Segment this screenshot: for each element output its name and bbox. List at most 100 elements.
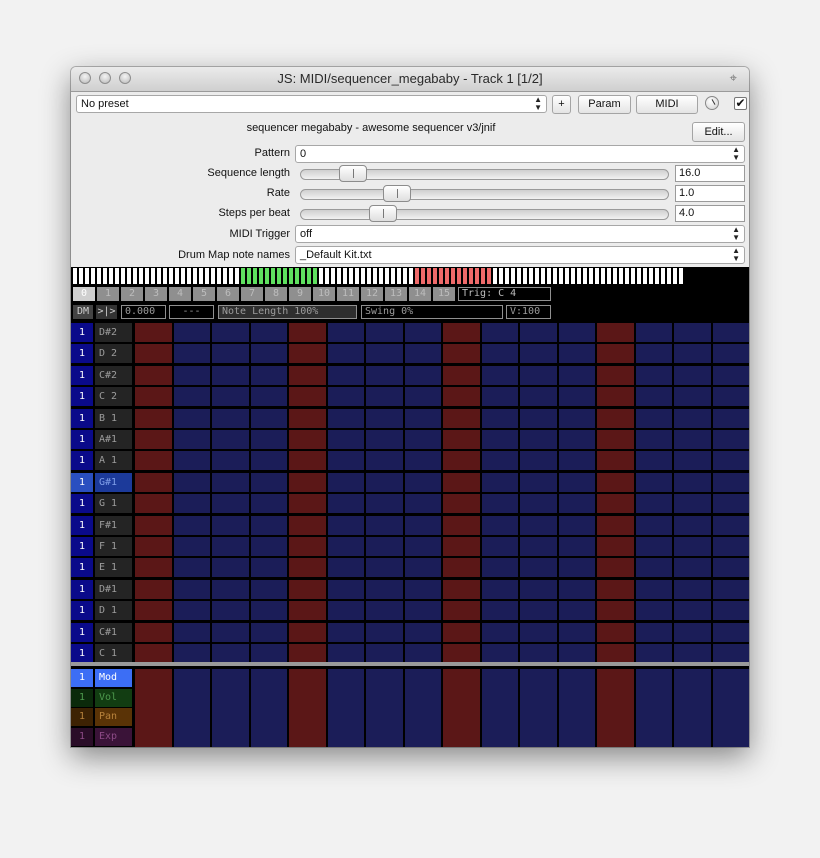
piano-key[interactable] bbox=[469, 268, 473, 284]
piano-key[interactable] bbox=[571, 268, 575, 284]
step-cell[interactable] bbox=[674, 409, 711, 428]
cc-step-cell[interactable] bbox=[443, 669, 480, 747]
step-cell[interactable] bbox=[212, 473, 249, 492]
steps-per-beat-slider[interactable] bbox=[300, 205, 669, 222]
step-cell[interactable] bbox=[443, 366, 480, 385]
step-cell[interactable] bbox=[250, 601, 287, 620]
step-cell[interactable] bbox=[481, 366, 518, 385]
row-channel[interactable]: 1 bbox=[71, 430, 93, 449]
cc-step-cell[interactable] bbox=[635, 669, 672, 747]
step-cell[interactable] bbox=[443, 558, 480, 577]
piano-key[interactable] bbox=[373, 268, 377, 284]
step-cell[interactable] bbox=[289, 387, 326, 406]
step-cell[interactable] bbox=[173, 473, 210, 492]
step-cell[interactable] bbox=[520, 516, 557, 535]
piano-key[interactable] bbox=[511, 268, 515, 284]
piano-key[interactable] bbox=[181, 268, 185, 284]
row-channel[interactable]: 1 bbox=[71, 580, 93, 599]
step-cell[interactable] bbox=[597, 323, 634, 342]
step-cell[interactable] bbox=[558, 558, 595, 577]
piano-key[interactable] bbox=[415, 268, 419, 284]
piano-key[interactable] bbox=[481, 268, 485, 284]
piano-key[interactable] bbox=[85, 268, 89, 284]
piano-key[interactable] bbox=[241, 268, 245, 284]
step-cell[interactable] bbox=[250, 430, 287, 449]
piano-key[interactable] bbox=[451, 268, 455, 284]
step-cell[interactable] bbox=[404, 323, 441, 342]
step-cell[interactable] bbox=[135, 344, 172, 363]
step-cell[interactable] bbox=[443, 580, 480, 599]
step-cell[interactable] bbox=[674, 387, 711, 406]
piano-key[interactable] bbox=[121, 268, 125, 284]
step-cell[interactable] bbox=[558, 387, 595, 406]
swing-control[interactable]: Swing 0% bbox=[361, 305, 503, 319]
step-cell[interactable] bbox=[212, 516, 249, 535]
step-cell[interactable] bbox=[481, 558, 518, 577]
step-cell[interactable] bbox=[635, 516, 672, 535]
step-cell[interactable] bbox=[173, 601, 210, 620]
title-bar[interactable]: JS: MIDI/sequencer_megababy - Track 1 [1… bbox=[71, 67, 749, 92]
step-cell[interactable] bbox=[289, 537, 326, 556]
step-cell[interactable] bbox=[212, 387, 249, 406]
step-cell[interactable] bbox=[327, 644, 364, 663]
slider-thumb[interactable] bbox=[383, 185, 411, 202]
step-cell[interactable] bbox=[173, 644, 210, 663]
step-cell[interactable] bbox=[674, 473, 711, 492]
pattern-dropdown[interactable]: 0 ▲ ▼ bbox=[295, 145, 745, 163]
piano-key[interactable] bbox=[307, 268, 311, 284]
piano-key[interactable] bbox=[649, 268, 653, 284]
step-cell[interactable] bbox=[366, 323, 403, 342]
step-cell[interactable] bbox=[635, 580, 672, 599]
cc-step-cell[interactable] bbox=[481, 669, 518, 747]
step-cell[interactable] bbox=[135, 451, 172, 470]
step-cell[interactable] bbox=[597, 409, 634, 428]
piano-key[interactable] bbox=[631, 268, 635, 284]
row-channel[interactable]: 1 bbox=[71, 601, 93, 620]
piano-key[interactable] bbox=[163, 268, 167, 284]
step-cell[interactable] bbox=[443, 344, 480, 363]
step-cell[interactable] bbox=[635, 601, 672, 620]
step-cell[interactable] bbox=[712, 623, 749, 642]
step-cell[interactable] bbox=[481, 516, 518, 535]
piano-key[interactable] bbox=[499, 268, 503, 284]
midi-trigger-dropdown[interactable]: off ▲ ▼ bbox=[295, 225, 745, 243]
step-cell[interactable] bbox=[481, 537, 518, 556]
piano-key[interactable] bbox=[157, 268, 161, 284]
step-cell[interactable] bbox=[520, 366, 557, 385]
step-cell[interactable] bbox=[173, 580, 210, 599]
step-number-0[interactable]: 0 bbox=[73, 287, 95, 301]
piano-key[interactable] bbox=[229, 268, 233, 284]
enable-checkbox[interactable]: ✔ bbox=[734, 97, 747, 110]
cc-step-cell[interactable] bbox=[250, 669, 287, 747]
step-cell[interactable] bbox=[712, 601, 749, 620]
step-cell[interactable] bbox=[289, 601, 326, 620]
step-cell[interactable] bbox=[443, 409, 480, 428]
step-cell[interactable] bbox=[520, 473, 557, 492]
cc-lane-name[interactable]: Mod bbox=[95, 669, 132, 687]
step-cell[interactable] bbox=[635, 409, 672, 428]
step-cell[interactable] bbox=[712, 430, 749, 449]
step-cell[interactable] bbox=[481, 473, 518, 492]
piano-key[interactable] bbox=[517, 268, 521, 284]
step-cell[interactable] bbox=[712, 409, 749, 428]
cc-lane-name[interactable]: Exp bbox=[95, 728, 132, 746]
piano-key[interactable] bbox=[655, 268, 659, 284]
step-cell[interactable] bbox=[635, 430, 672, 449]
step-cell[interactable] bbox=[712, 494, 749, 513]
step-cell[interactable] bbox=[366, 558, 403, 577]
step-cell[interactable] bbox=[674, 558, 711, 577]
step-cell[interactable] bbox=[173, 623, 210, 642]
step-cell[interactable] bbox=[135, 644, 172, 663]
cc-step-cell[interactable] bbox=[520, 669, 557, 747]
step-cell[interactable] bbox=[558, 451, 595, 470]
wet-knob-icon[interactable] bbox=[705, 96, 719, 110]
step-cell[interactable] bbox=[674, 494, 711, 513]
step-cell[interactable] bbox=[366, 366, 403, 385]
step-cell[interactable] bbox=[327, 473, 364, 492]
step-cell[interactable] bbox=[173, 537, 210, 556]
step-cell[interactable] bbox=[173, 323, 210, 342]
piano-key[interactable] bbox=[679, 268, 683, 284]
step-cell[interactable] bbox=[404, 366, 441, 385]
step-cell[interactable] bbox=[366, 451, 403, 470]
piano-key[interactable] bbox=[313, 268, 317, 284]
